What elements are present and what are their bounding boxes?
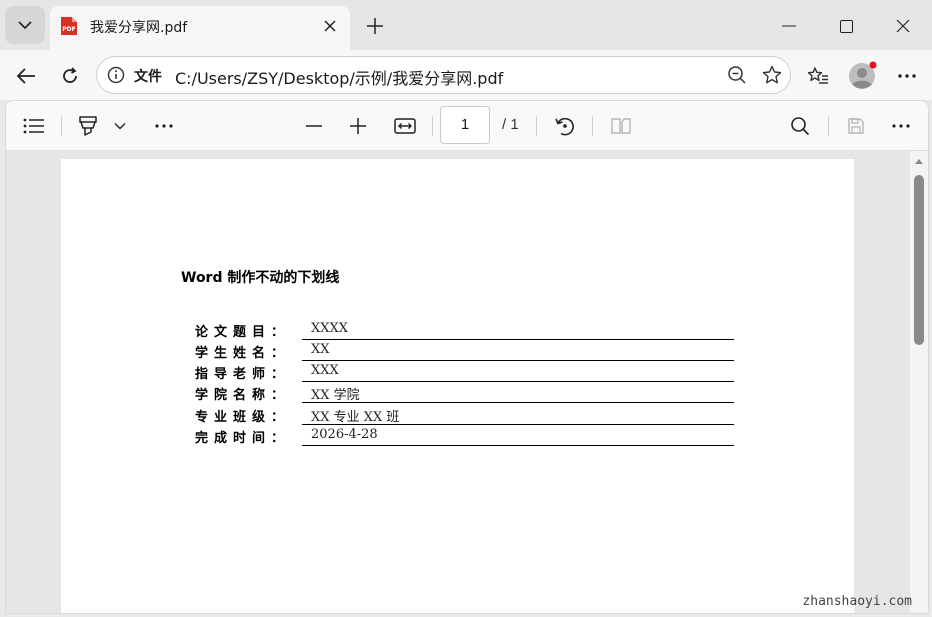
favorites-button[interactable]	[802, 60, 834, 92]
chevron-down-icon	[18, 21, 32, 30]
tab-active[interactable]: PDF 我爱分享网.pdf	[50, 6, 350, 50]
more-horizontal-icon	[892, 124, 910, 128]
field-underline: XX	[302, 340, 734, 361]
fit-to-width-button[interactable]	[390, 113, 420, 139]
search-icon	[791, 117, 810, 136]
address-url[interactable]: C:/Users/ZSY/Desktop/示例/我爱分享网.pdf	[175, 65, 503, 89]
save-button[interactable]	[842, 113, 870, 139]
highlight-button[interactable]	[74, 113, 102, 139]
minimize-button[interactable]	[774, 12, 804, 40]
form-field-row: 专业班级： XX 专业 XX 班	[195, 404, 735, 425]
zoom-out-icon[interactable]	[727, 65, 747, 85]
zoom-out-button[interactable]	[300, 113, 328, 139]
window-close-button[interactable]	[888, 12, 918, 40]
info-icon[interactable]	[107, 66, 125, 84]
form-field-row: 论文题目： XXXX	[195, 319, 735, 340]
watermark: zhanshaoyi.com	[802, 594, 912, 609]
tab-strip: PDF 我爱分享网.pdf	[0, 0, 932, 50]
field-value: XXXX	[311, 321, 349, 336]
pdf-page: Word 制作不动的下划线 论文题目： XXXX 学生姓名： XX 指导老师： …	[61, 159, 854, 613]
plus-icon	[367, 18, 383, 34]
navigation-bar: 文件 C:/Users/ZSY/Desktop/示例/我爱分享网.pdf	[0, 50, 932, 100]
field-label: 指导老师：	[195, 367, 291, 382]
minus-icon	[306, 125, 322, 127]
maximize-icon	[839, 19, 853, 33]
refresh-button[interactable]	[54, 60, 86, 92]
plus-icon	[350, 118, 366, 134]
save-icon	[848, 118, 864, 134]
favorites-list-icon	[807, 67, 828, 84]
two-page-view-icon	[611, 118, 631, 134]
toolbar-divider	[61, 116, 62, 136]
field-label: 学院名称：	[195, 388, 291, 403]
field-label: 论文题目：	[195, 325, 291, 340]
pdf-viewer: 1 / 1 Word 制作不动的下划线 论文题目： XXXX 学生姓名： XX …	[5, 100, 929, 614]
tab-title: 我爱分享网.pdf	[90, 20, 188, 36]
field-underline: XXX	[302, 361, 734, 382]
field-value: XX 专业 XX 班	[311, 410, 400, 425]
find-button[interactable]	[786, 113, 814, 139]
maximize-button[interactable]	[831, 12, 861, 40]
list-icon	[23, 118, 44, 134]
arrow-left-icon	[16, 68, 35, 84]
field-value: 2026-4-28	[311, 427, 378, 442]
rotate-icon	[555, 117, 574, 136]
pdf-toolbar: 1 / 1	[6, 101, 928, 151]
pdf-more-options-button[interactable]	[887, 113, 915, 139]
new-tab-button[interactable]	[360, 12, 390, 40]
form-field-row: 学生姓名： XX	[195, 340, 735, 361]
toolbar-divider	[592, 116, 593, 136]
page-count: / 1	[502, 116, 519, 133]
toolbar-divider	[536, 116, 537, 136]
zoom-in-button[interactable]	[344, 113, 372, 139]
svg-text:PDF: PDF	[62, 26, 75, 33]
field-label: 学生姓名：	[195, 346, 291, 361]
page-view-button[interactable]	[606, 113, 636, 139]
scrollbar-thumb[interactable]	[914, 175, 924, 345]
vertical-scrollbar[interactable]	[910, 151, 928, 613]
rotate-button[interactable]	[550, 113, 580, 139]
highlighter-icon	[79, 116, 97, 136]
field-value: XXX	[311, 363, 339, 378]
more-horizontal-icon	[155, 124, 173, 128]
toolbar-divider	[432, 116, 433, 136]
field-label: 完成时间：	[195, 431, 291, 446]
star-icon[interactable]	[762, 65, 782, 85]
tab-actions-menu-button[interactable]	[5, 6, 45, 44]
scroll-up-arrow-icon[interactable]	[914, 157, 924, 165]
settings-more-button[interactable]	[891, 60, 923, 92]
toolbar-divider	[828, 116, 829, 136]
chevron-down-icon	[114, 123, 126, 130]
field-underline: XX 专业 XX 班	[302, 404, 734, 425]
more-tools-button[interactable]	[150, 113, 178, 139]
field-underline: 2026-4-28	[302, 425, 734, 446]
document-heading: Word 制作不动的下划线	[181, 270, 340, 286]
refresh-icon	[63, 67, 77, 83]
close-icon	[896, 19, 910, 33]
fit-width-icon	[394, 118, 416, 134]
close-icon	[324, 20, 336, 32]
contents-button[interactable]	[20, 113, 48, 139]
field-value: XX	[311, 342, 330, 357]
address-scheme-label: 文件	[134, 69, 162, 85]
form-field-row: 指导老师： XXX	[195, 361, 735, 382]
more-horizontal-icon	[898, 74, 916, 78]
pdf-icon: PDF	[61, 17, 77, 35]
form-field-row: 完成时间： 2026-4-28	[195, 425, 735, 446]
avatar-icon	[849, 61, 877, 89]
field-underline: XXXX	[302, 319, 734, 340]
profile-button[interactable]	[846, 60, 878, 92]
highlight-options-button[interactable]	[110, 113, 130, 139]
field-underline: XX 学院	[302, 382, 734, 403]
address-bar[interactable]: 文件 C:/Users/ZSY/Desktop/示例/我爱分享网.pdf	[96, 56, 791, 94]
field-label: 专业班级：	[195, 410, 291, 425]
minimize-icon	[782, 25, 796, 27]
document-scroll-area[interactable]: Word 制作不动的下划线 论文题目： XXXX 学生姓名： XX 指导老师： …	[6, 151, 928, 613]
page-number-input[interactable]: 1	[440, 106, 490, 144]
back-button[interactable]	[10, 60, 42, 92]
tab-close-button[interactable]	[320, 16, 340, 36]
field-value: XX 学院	[311, 388, 360, 403]
form-field-row: 学院名称： XX 学院	[195, 382, 735, 403]
